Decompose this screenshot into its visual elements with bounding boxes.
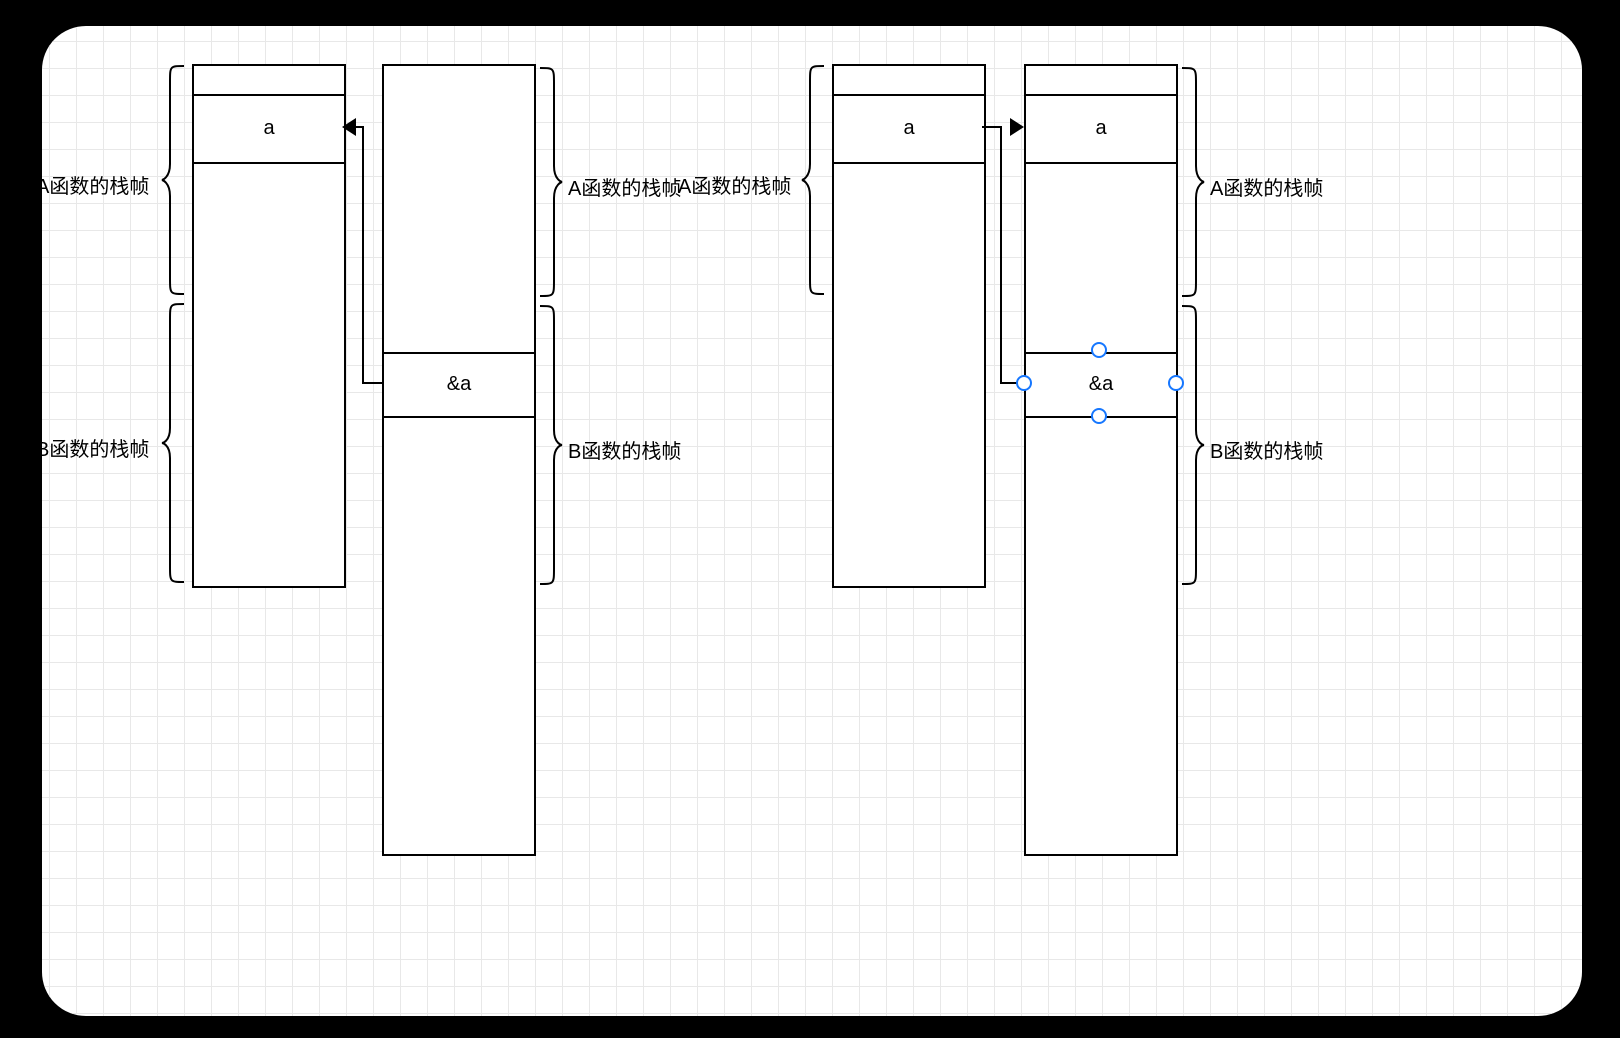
canvas: a A函数的栈帧 B函数的栈帧 &a A函数的栈帧 B函数的栈帧: [0, 0, 1620, 1038]
left-col1-header: [194, 66, 344, 96]
cell-a-label: a: [1095, 117, 1106, 140]
left-col1-brace-b-label: B函数的栈帧: [40, 433, 149, 462]
right-col2-brace-a-label: A函数的栈帧: [1210, 172, 1323, 201]
cell-ptr-label: &a: [1089, 373, 1113, 396]
right-col2-header: [1026, 66, 1176, 96]
cell-a-label: a: [263, 117, 274, 140]
right-arrow-h-top: [982, 126, 1002, 128]
left-arrow-head: [342, 118, 356, 136]
left-col1-cell-a: a: [194, 94, 344, 164]
right-col1-outer: a: [832, 64, 986, 588]
selection-handle-bottom[interactable]: [1091, 408, 1107, 424]
right-col1-brace-a-label: A函数的栈帧: [678, 170, 791, 199]
left-arrow-v: [362, 126, 364, 384]
right-col2-brace-b: [1180, 304, 1206, 586]
right-col2-outer: a &a: [1024, 64, 1178, 856]
left-col2-brace-b: [538, 304, 564, 586]
diagram-card: a A函数的栈帧 B函数的栈帧 &a A函数的栈帧 B函数的栈帧: [40, 24, 1584, 1018]
left-col2-brace-b-label: B函数的栈帧: [568, 435, 681, 464]
right-arrow-v: [1000, 126, 1002, 384]
left-col1-brace-a: [160, 64, 186, 296]
left-col2-brace-a: [538, 66, 564, 298]
left-col1-brace-a-label: A函数的栈帧: [40, 170, 149, 199]
cell-ptr-label: &a: [447, 373, 471, 396]
right-col2-brace-a: [1180, 66, 1206, 298]
right-col1-cell-a: a: [834, 94, 984, 164]
cell-a-label: a: [903, 117, 914, 140]
right-col2-cell-a: a: [1026, 94, 1176, 164]
left-col1-brace-b: [160, 302, 186, 584]
left-col2-brace-a-label: A函数的栈帧: [568, 172, 681, 201]
right-col1-header: [834, 66, 984, 96]
right-col1-brace-a: [800, 64, 826, 296]
left-col2-outer: &a: [382, 64, 536, 856]
left-col2-cell-ptr: &a: [384, 352, 534, 418]
selection-handle-right[interactable]: [1168, 375, 1184, 391]
left-arrow-h-bottom: [362, 382, 384, 384]
right-col2-brace-b-label: B函数的栈帧: [1210, 435, 1323, 464]
right-arrow-head: [1010, 118, 1024, 136]
left-col1-outer: a: [192, 64, 346, 588]
selection-handle-top[interactable]: [1091, 342, 1107, 358]
selection-handle-left[interactable]: [1016, 375, 1032, 391]
